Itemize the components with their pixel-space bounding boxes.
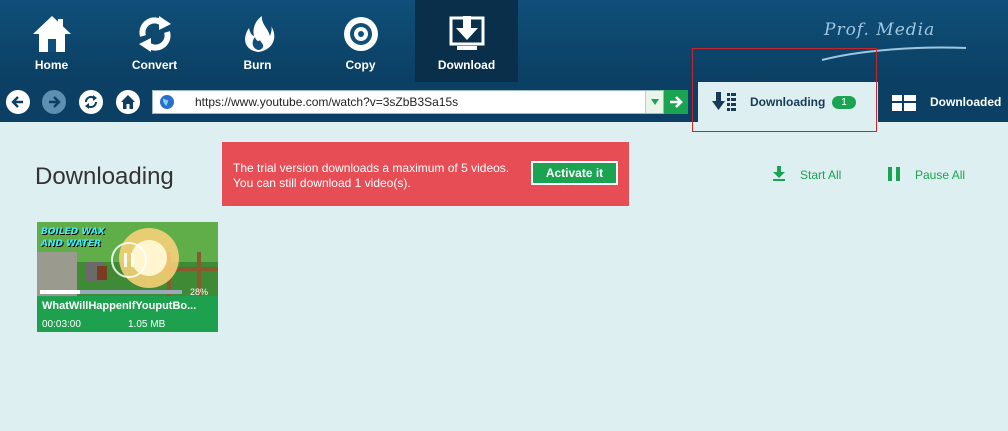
url-field-container bbox=[152, 90, 664, 114]
toolbar-home-label: Home bbox=[34, 58, 69, 72]
video-card[interactable]: BOILED WAX AND WATER 28% WhatWillHappenI… bbox=[37, 222, 218, 332]
trial-message: The trial version downloads a maximum of… bbox=[233, 161, 510, 190]
back-arrow-icon bbox=[11, 96, 23, 108]
toolbar-convert-button[interactable]: Convert bbox=[103, 0, 206, 82]
url-input[interactable] bbox=[195, 91, 635, 113]
home-icon bbox=[121, 95, 135, 109]
video-info-bar: WhatWillHappenIfYouputBo... 00:03:00 1.0… bbox=[37, 296, 218, 332]
brand-swoosh-icon bbox=[821, 46, 967, 61]
tab-downloading[interactable]: Downloading 1 bbox=[698, 82, 878, 122]
download-progress-bar bbox=[40, 290, 182, 294]
video-pause-button[interactable] bbox=[111, 242, 147, 278]
refresh-icon bbox=[85, 95, 97, 109]
burn-icon bbox=[244, 16, 274, 52]
go-button[interactable] bbox=[664, 90, 688, 114]
video-duration: 00:03:00 bbox=[42, 319, 81, 330]
chevron-down-icon bbox=[650, 99, 659, 105]
toolbar-burn-button[interactable]: Burn bbox=[206, 0, 309, 82]
back-button[interactable] bbox=[4, 88, 32, 116]
refresh-button[interactable] bbox=[77, 88, 105, 116]
forward-button[interactable] bbox=[40, 88, 68, 116]
url-history-dropdown[interactable] bbox=[645, 91, 663, 113]
grid-layout-icon bbox=[892, 95, 916, 111]
toolbar-convert-label: Convert bbox=[131, 58, 178, 72]
toolbar-download-button[interactable]: Download bbox=[415, 0, 518, 82]
toolbar-download-label: Download bbox=[437, 58, 496, 72]
globe-icon bbox=[160, 95, 174, 109]
download-icon bbox=[449, 16, 484, 50]
trial-banner: The trial version downloads a maximum of… bbox=[222, 142, 629, 206]
pause-all-label: Pause All bbox=[915, 168, 966, 182]
download-arrow-icon bbox=[773, 166, 785, 181]
arrow-right-icon bbox=[670, 96, 683, 108]
page-title: Downloading bbox=[35, 163, 174, 190]
tab-downloaded-label: Downloaded bbox=[930, 95, 1002, 109]
video-size: 1.05 MB bbox=[128, 319, 166, 330]
download-progress-fill bbox=[40, 290, 80, 294]
video-title: WhatWillHappenIfYouputBo... bbox=[42, 300, 197, 312]
pause-icon bbox=[888, 167, 900, 181]
tab-downloading-label: Downloading bbox=[750, 95, 826, 109]
toolbar-copy-button[interactable]: Copy bbox=[309, 0, 412, 82]
thumbnail-caption-line1: BOILED WAX bbox=[41, 227, 105, 237]
toolbar-home-button[interactable]: Home bbox=[0, 0, 103, 82]
start-all-label: Start All bbox=[800, 168, 842, 182]
downloading-list-icon bbox=[712, 92, 736, 111]
convert-icon bbox=[138, 16, 171, 52]
home-icon bbox=[32, 16, 71, 52]
toolbar-copy-label: Copy bbox=[345, 58, 376, 72]
thumbnail-caption: BOILED WAX AND WATER bbox=[41, 226, 105, 250]
pause-icon bbox=[124, 253, 134, 267]
browser-home-button[interactable] bbox=[114, 88, 142, 116]
thumbnail-caption-line2: AND WATER bbox=[41, 239, 102, 249]
tab-downloaded[interactable]: Downloaded bbox=[880, 82, 1008, 122]
downloading-count-badge: 1 bbox=[832, 96, 856, 109]
disc-icon bbox=[343, 17, 378, 51]
forward-arrow-icon bbox=[49, 96, 61, 108]
activate-button[interactable]: Activate it bbox=[531, 161, 618, 185]
main-toolbar: Home Convert Burn Copy Download Prof. Me… bbox=[0, 0, 1008, 82]
toolbar-burn-label: Burn bbox=[243, 58, 272, 72]
brand-logo: Prof. Media bbox=[824, 20, 936, 40]
